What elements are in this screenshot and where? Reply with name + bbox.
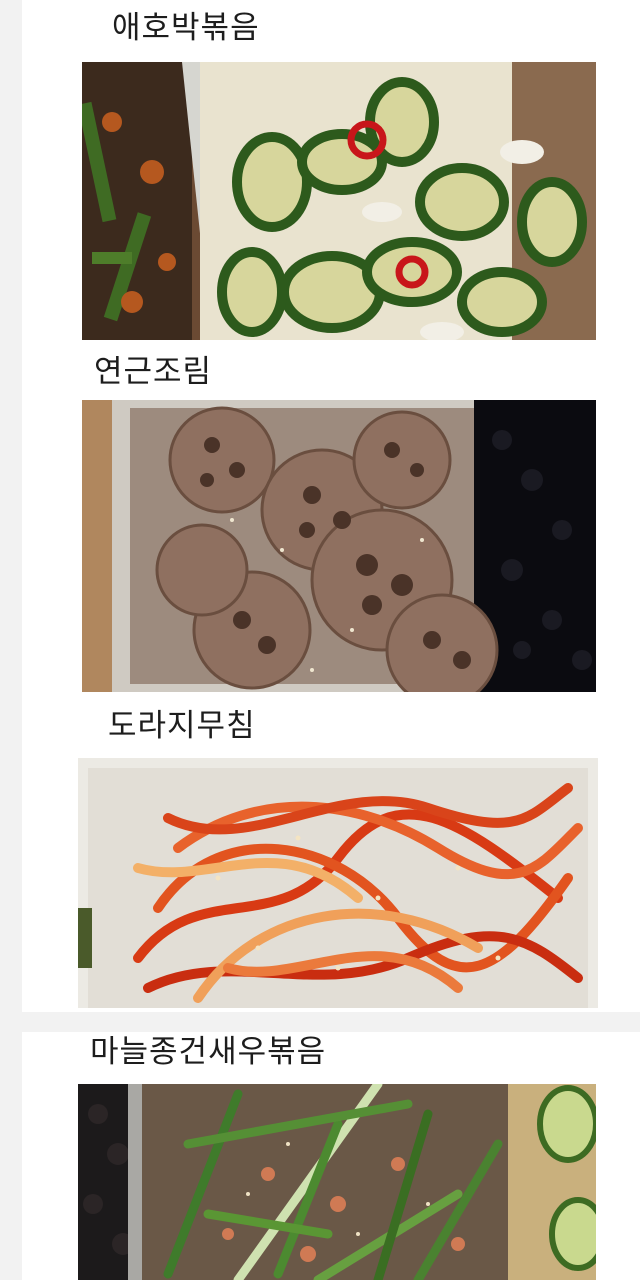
content-card: 애호박볶음 연근조림 도라지무침 bbox=[0, 0, 640, 1012]
garlic-scape-image bbox=[78, 1084, 596, 1280]
left-margin-strip bbox=[0, 0, 22, 1012]
dish-title: 마늘종건새우볶음 bbox=[90, 1034, 327, 1070]
content-card: 마늘종건새우볶음 bbox=[0, 1032, 640, 1280]
left-margin-strip bbox=[0, 1032, 22, 1280]
braised-lotus-root-photo[interactable] bbox=[82, 400, 596, 692]
dish-title: 연근조림 bbox=[94, 354, 213, 390]
zucchini-image bbox=[82, 62, 596, 340]
seasoned-bellflower-root-photo[interactable] bbox=[78, 758, 598, 1008]
dish-title: 애호박볶음 bbox=[112, 10, 260, 46]
dish-title: 도라지무침 bbox=[108, 708, 256, 744]
bellflower-root-image bbox=[78, 758, 598, 1008]
section-divider bbox=[0, 1012, 640, 1032]
lotus-root-image bbox=[82, 400, 596, 692]
garlic-scape-dried-shrimp-photo[interactable] bbox=[78, 1084, 596, 1280]
zucchini-stir-fry-photo[interactable] bbox=[82, 62, 596, 340]
